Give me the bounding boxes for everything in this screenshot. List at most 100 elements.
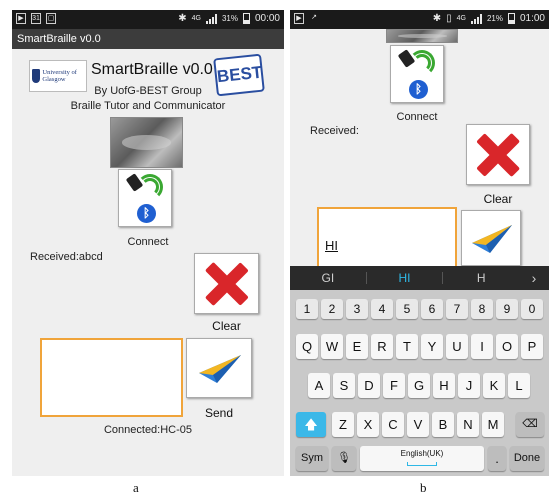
letter-key-y[interactable]: Y — [421, 334, 443, 359]
connection-status: Connected:HC-05 — [103, 424, 193, 436]
spacebar-icon — [407, 462, 437, 466]
microphone-key[interactable]: 🎙 — [332, 446, 356, 471]
letter-key-l[interactable]: L — [508, 373, 530, 398]
status-bar: ▶ ↗ ✱ ▯ 4G 21% 01:00 — [290, 10, 549, 29]
chevron-right-icon[interactable]: › — [519, 270, 549, 286]
clear-label: Clear — [212, 319, 241, 333]
suggestion-2[interactable]: HI — [367, 271, 443, 285]
letter-key-e[interactable]: E — [346, 334, 368, 359]
digit-key-8[interactable]: 8 — [471, 299, 493, 319]
digit-key-1[interactable]: 1 — [296, 299, 318, 319]
digit-key-7[interactable]: 7 — [446, 299, 468, 319]
signal-icon — [470, 13, 482, 24]
connect-label: Connect — [396, 111, 438, 123]
connect-button[interactable]: ᛒ — [118, 169, 172, 227]
paper-plane-icon — [199, 355, 241, 383]
bluetooth-status-icon: ✱ — [432, 13, 442, 24]
letter-key-z[interactable]: Z — [332, 412, 354, 437]
braille-hands-image — [386, 29, 458, 43]
screen-b: ▶ ↗ ✱ ▯ 4G 21% 01:00 ᛒ Connect Received:… — [290, 10, 549, 476]
video-icon: ▶ — [16, 13, 26, 24]
shift-arrow-icon: 🡅 — [304, 417, 318, 432]
done-key[interactable]: Done — [510, 446, 544, 471]
sym-key[interactable]: Sym — [296, 446, 328, 471]
microphone-icon: 🎙 — [337, 452, 351, 464]
signal-icon — [205, 13, 217, 24]
clear-button[interactable] — [194, 253, 259, 314]
space-key-label: English(UK) — [400, 449, 444, 458]
crest-icon — [32, 69, 41, 83]
letter-key-m[interactable]: M — [482, 412, 504, 437]
letter-key-r[interactable]: R — [371, 334, 393, 359]
caption-b: b — [420, 480, 427, 495]
send-button[interactable] — [461, 210, 521, 266]
heading: SmartBraille v0.0 — [91, 61, 213, 78]
shift-key[interactable]: 🡅 — [296, 412, 326, 437]
letter-key-v[interactable]: V — [407, 412, 429, 437]
bluetooth-icon: ᛒ — [409, 80, 428, 99]
notification-icons: ▶ ↗ — [294, 13, 319, 24]
letter-key-g[interactable]: G — [408, 373, 430, 398]
battery-percent: 21% — [486, 14, 503, 23]
braille-hands-image — [110, 117, 183, 168]
suggestion-3[interactable]: H — [443, 271, 519, 285]
backspace-key[interactable]: ⌫ — [516, 412, 544, 437]
connect-button[interactable]: ᛒ — [390, 45, 444, 103]
letter-key-i[interactable]: I — [471, 334, 493, 359]
letter-key-k[interactable]: K — [483, 373, 505, 398]
received-text: Received: — [310, 125, 359, 137]
app-bar: SmartBraille v0.0 — [12, 29, 284, 49]
digit-key-0[interactable]: 0 — [521, 299, 543, 319]
letter-key-b[interactable]: B — [432, 412, 454, 437]
letter-key-a[interactable]: A — [308, 373, 330, 398]
suggestion-bar: GI HI H › — [290, 266, 549, 290]
byline: By UofG-BEST Group — [94, 85, 202, 97]
backspace-icon: ⌫ — [522, 418, 538, 430]
letter-key-h[interactable]: H — [433, 373, 455, 398]
letter-key-t[interactable]: T — [396, 334, 418, 359]
caption-a: a — [133, 480, 139, 495]
notification-icons: ▶ 31 ▢ — [16, 13, 56, 24]
digit-key-3[interactable]: 3 — [346, 299, 368, 319]
letter-key-w[interactable]: W — [321, 334, 343, 359]
trend-icon: ↗ — [311, 14, 317, 21]
battery-percent: 31% — [221, 14, 238, 23]
status-bar: ▶ 31 ▢ ✱ 4G 31% 00:00 — [12, 10, 284, 29]
letter-key-f[interactable]: F — [383, 373, 405, 398]
letter-key-u[interactable]: U — [446, 334, 468, 359]
letter-key-c[interactable]: C — [382, 412, 404, 437]
network-type: 4G — [191, 15, 201, 22]
vibrate-icon: ▯ — [446, 13, 452, 24]
calendar-icon: 31 — [31, 13, 41, 24]
digit-key-2[interactable]: 2 — [321, 299, 343, 319]
digit-key-5[interactable]: 5 — [396, 299, 418, 319]
letter-key-p[interactable]: P — [521, 334, 543, 359]
letter-key-d[interactable]: D — [358, 373, 380, 398]
digit-key-6[interactable]: 6 — [421, 299, 443, 319]
app-title: SmartBraille v0.0 — [17, 33, 101, 45]
soft-keyboard: 1234567890 QWERTYUIOP ASDFGHJKL ZXCVBNM … — [290, 290, 549, 476]
letter-key-s[interactable]: S — [333, 373, 355, 398]
clear-button[interactable] — [466, 124, 530, 185]
letter-key-x[interactable]: X — [357, 412, 379, 437]
received-text: Received:abcd — [30, 251, 103, 263]
bluetooth-status-icon: ✱ — [178, 13, 187, 24]
clock: 00:00 — [254, 13, 280, 24]
letter-key-j[interactable]: J — [458, 373, 480, 398]
digit-key-9[interactable]: 9 — [496, 299, 518, 319]
video-icon: ▶ — [294, 13, 304, 24]
network-type: 4G — [456, 15, 466, 22]
letter-key-q[interactable]: Q — [296, 334, 318, 359]
letter-key-n[interactable]: N — [457, 412, 479, 437]
send-button[interactable] — [186, 338, 252, 398]
wireless-wave-icon — [409, 50, 435, 76]
message-input[interactable]: HI — [317, 207, 457, 269]
space-key[interactable]: English(UK) — [360, 446, 484, 471]
suggestion-1[interactable]: GI — [290, 271, 366, 285]
digit-key-4[interactable]: 4 — [371, 299, 393, 319]
period-key[interactable]: . — [488, 446, 506, 471]
letter-key-o[interactable]: O — [496, 334, 518, 359]
battery-icon — [242, 13, 250, 24]
message-input[interactable] — [40, 338, 183, 417]
paper-plane-icon — [472, 225, 512, 253]
